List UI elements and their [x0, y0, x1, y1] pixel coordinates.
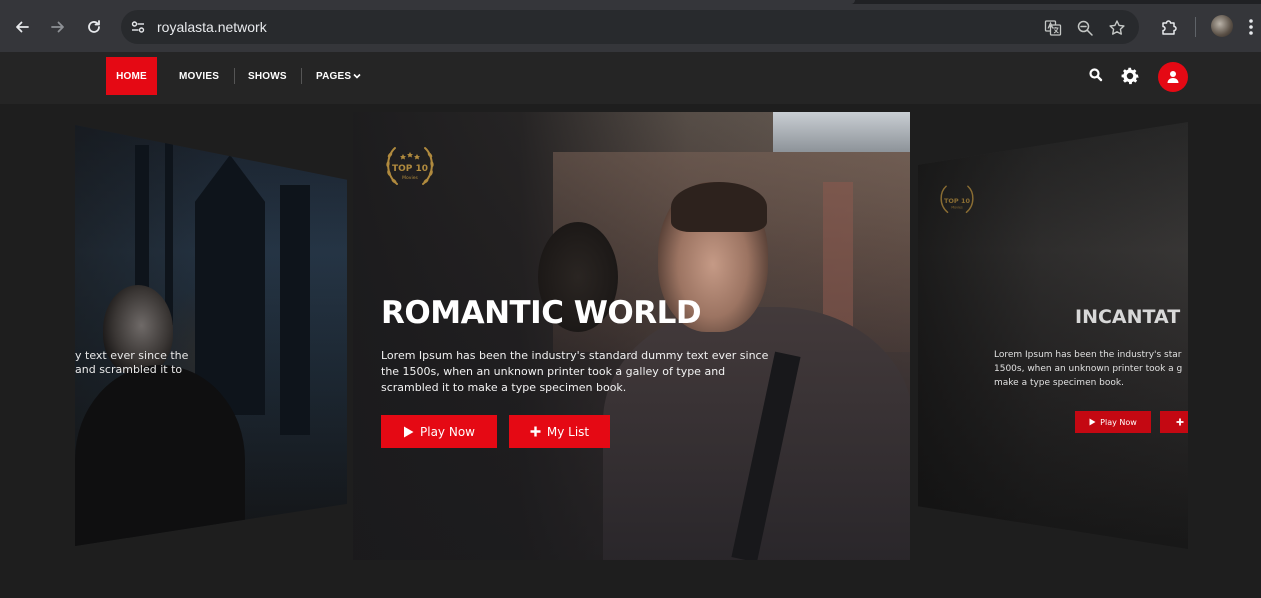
back-icon[interactable]	[9, 14, 35, 40]
top10-badge-icon: TOP 10 Movies	[386, 147, 434, 185]
cathedral-tower	[195, 155, 265, 415]
user-icon	[1167, 71, 1179, 83]
nav-home[interactable]: HOME	[106, 57, 157, 95]
slide-active[interactable]: TOP 10 Movies ROMANTIC WORLD Lorem Ipsum…	[353, 112, 910, 560]
top10-badge-icon: TOP 10 Movies	[940, 185, 974, 214]
play-icon	[1089, 418, 1096, 426]
gear-icon[interactable]	[1119, 65, 1141, 87]
nav-shows[interactable]: SHOWS	[248, 57, 287, 95]
plus-icon	[1176, 418, 1184, 426]
slide-left-line: y text ever since the	[75, 349, 189, 362]
slide-left-description: y text ever since the and scrambled it t…	[75, 349, 188, 377]
play-icon	[404, 426, 414, 437]
chevron-down-icon	[353, 73, 361, 79]
badge-label: TOP 10	[392, 164, 428, 174]
badge-sublabel: Movies	[951, 206, 963, 210]
translate-icon[interactable]	[1044, 19, 1062, 37]
tab-strip	[0, 0, 1261, 4]
slide-left[interactable]: y text ever since the and scrambled it t…	[75, 125, 347, 546]
site-settings-icon[interactable]	[130, 19, 146, 40]
slide-right[interactable]: TOP 10 Movies INCANTAT Lorem Ipsum has b…	[918, 122, 1188, 549]
nav-pages[interactable]: PAGES	[316, 57, 361, 95]
slide-title: ROMANTIC WORLD	[381, 295, 702, 331]
my-list-label: My List	[546, 424, 590, 439]
nav-divider	[301, 68, 302, 84]
bookmark-star-icon[interactable]	[1108, 19, 1126, 37]
nav-movies[interactable]: MOVIES	[179, 57, 219, 95]
cathedral-tower	[280, 185, 310, 435]
my-list-button[interactable]: My List	[509, 415, 610, 448]
reload-icon[interactable]	[81, 14, 107, 40]
zoom-icon[interactable]	[1076, 19, 1094, 37]
slide-right-play-label: Play Now	[1100, 417, 1137, 427]
slide-right-play-button[interactable]: Play Now	[1075, 411, 1151, 433]
play-now-button[interactable]: Play Now	[381, 415, 497, 448]
forward-icon[interactable]	[45, 14, 71, 40]
nav-divider	[234, 68, 235, 84]
slide-left-line: and scrambled it to	[75, 363, 183, 376]
extensions-icon[interactable]	[1157, 15, 1181, 39]
background-sky	[773, 112, 910, 152]
cathedral-spire	[165, 125, 173, 325]
browser-toolbar: royalasta.network	[0, 0, 1261, 52]
url-text[interactable]: royalasta.network	[157, 19, 267, 35]
plus-icon	[530, 426, 541, 437]
slide-right-title: INCANTAT	[1075, 306, 1181, 328]
search-icon[interactable]	[1088, 67, 1104, 83]
badge-sublabel: Movies	[402, 175, 418, 181]
actor-hair	[671, 182, 767, 232]
cathedral-spire	[135, 145, 149, 305]
active-tab-edge	[0, 0, 855, 4]
user-account-button[interactable]	[1158, 62, 1188, 92]
address-bar[interactable]: royalasta.network	[121, 10, 1139, 44]
slide-description: Lorem Ipsum has been the industry's stan…	[381, 349, 769, 394]
nav-pages-label: PAGES	[316, 70, 352, 82]
toolbar-separator	[1195, 17, 1196, 37]
badge-label: TOP 10	[944, 197, 971, 205]
profile-avatar[interactable]	[1211, 15, 1233, 37]
site-header: HOME MOVIES SHOWS PAGES	[0, 52, 1261, 104]
play-now-label: Play Now	[420, 424, 475, 439]
menu-dots-icon[interactable]	[1239, 15, 1261, 39]
